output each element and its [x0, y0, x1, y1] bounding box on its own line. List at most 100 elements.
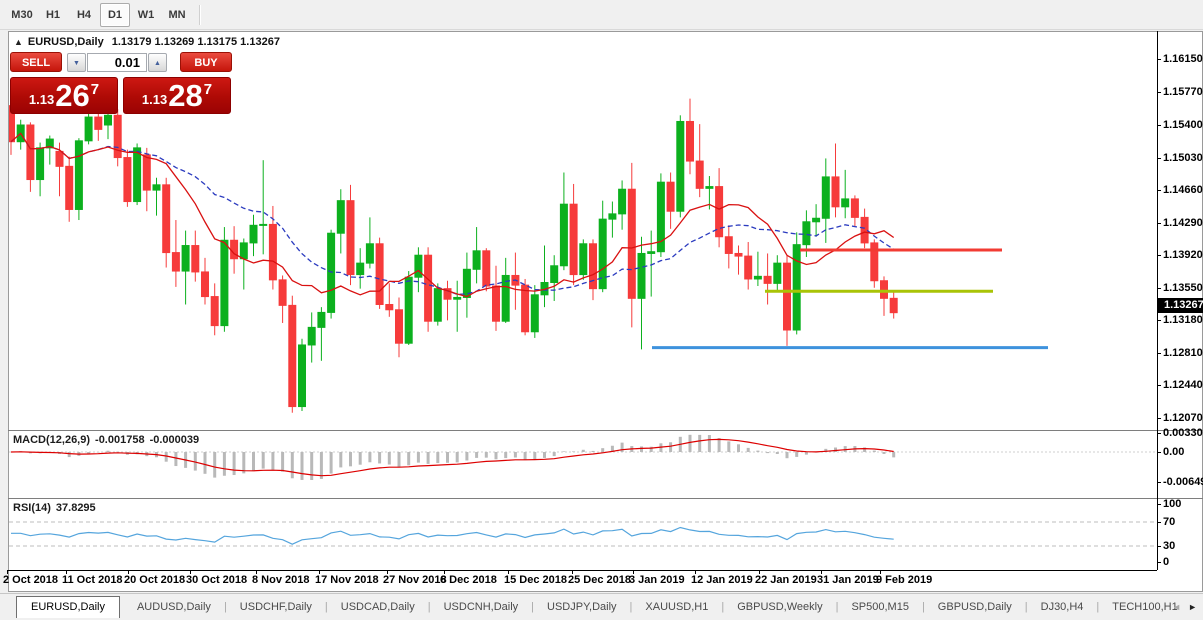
candle[interactable]: [706, 187, 713, 189]
candle[interactable]: [881, 281, 888, 299]
candle[interactable]: [890, 298, 897, 312]
chart-tab-dj30[interactable]: DJ30,H4: [1028, 601, 1097, 613]
chart-tab-xauusd[interactable]: XAUUSD,H1: [632, 601, 721, 613]
candle[interactable]: [551, 266, 558, 283]
candle[interactable]: [308, 327, 315, 345]
candle[interactable]: [609, 214, 616, 219]
tabs-scroll-right-button[interactable]: ►: [1188, 602, 1197, 612]
candle[interactable]: [279, 280, 286, 306]
candle[interactable]: [493, 286, 500, 321]
candle[interactable]: [687, 121, 694, 161]
tabs-scroll-left-button[interactable]: ◄: [1172, 602, 1181, 612]
candle[interactable]: [648, 252, 655, 254]
candle[interactable]: [725, 237, 732, 254]
candle[interactable]: [328, 233, 335, 312]
candle[interactable]: [813, 218, 820, 222]
candle[interactable]: [502, 275, 509, 321]
candle[interactable]: [172, 253, 179, 271]
volume-decrease-button[interactable]: ▼: [67, 53, 86, 72]
candle[interactable]: [396, 310, 403, 343]
candle[interactable]: [85, 117, 92, 141]
candle[interactable]: [454, 297, 461, 299]
candle[interactable]: [366, 244, 373, 263]
chart-tab-usdcnh[interactable]: USDCNH,Daily: [431, 601, 532, 613]
candle[interactable]: [405, 277, 412, 343]
candle[interactable]: [861, 217, 868, 243]
candle[interactable]: [764, 276, 771, 283]
candle[interactable]: [434, 289, 441, 322]
candle[interactable]: [803, 222, 810, 245]
rsi-panel-divider[interactable]: [8, 498, 1203, 499]
chart-tab-gbpusd[interactable]: GBPUSD,Weekly: [724, 601, 835, 613]
timeframe-button-h4[interactable]: H4: [69, 3, 99, 27]
candle[interactable]: [580, 244, 587, 275]
candle[interactable]: [134, 148, 141, 202]
timeframe-button-m30[interactable]: M30: [7, 3, 37, 27]
candle[interactable]: [153, 185, 160, 190]
candle[interactable]: [124, 158, 131, 202]
candle[interactable]: [386, 304, 393, 309]
chart-tab-audusd[interactable]: AUDUSD,Daily: [124, 601, 224, 613]
candle[interactable]: [425, 255, 432, 321]
candle[interactable]: [202, 272, 209, 297]
volume-input[interactable]: [87, 53, 147, 72]
candle[interactable]: [628, 189, 635, 298]
chart-tab-eurusd[interactable]: EURUSD,Daily: [16, 596, 120, 618]
candle[interactable]: [231, 240, 238, 258]
candle[interactable]: [793, 245, 800, 330]
candle[interactable]: [337, 201, 344, 234]
timeframe-button-h1[interactable]: H1: [38, 3, 68, 27]
candle[interactable]: [696, 161, 703, 188]
candle[interactable]: [473, 251, 480, 269]
candle[interactable]: [619, 189, 626, 214]
candle[interactable]: [638, 253, 645, 298]
candle[interactable]: [376, 244, 383, 305]
timeframe-button-w1[interactable]: W1: [131, 3, 161, 27]
candle[interactable]: [842, 199, 849, 207]
candle[interactable]: [318, 312, 325, 327]
candle[interactable]: [240, 243, 247, 259]
candle[interactable]: [347, 201, 354, 275]
candle[interactable]: [143, 155, 150, 190]
candle[interactable]: [75, 141, 82, 210]
candle[interactable]: [37, 148, 44, 180]
timeframe-button-d1[interactable]: D1: [100, 3, 130, 27]
candle[interactable]: [211, 297, 218, 326]
candle[interactable]: [667, 182, 674, 211]
candle[interactable]: [260, 224, 267, 225]
candle[interactable]: [27, 125, 34, 180]
macd-panel-divider[interactable]: [8, 430, 1203, 431]
candle[interactable]: [677, 121, 684, 211]
candle[interactable]: [570, 204, 577, 274]
chart-tab-usdjpy[interactable]: USDJPY,Daily: [534, 601, 630, 613]
sell-price-button[interactable]: 1.13 26 7: [10, 77, 118, 114]
candle[interactable]: [784, 263, 791, 330]
candle[interactable]: [163, 185, 170, 253]
chart-tab-usdcad[interactable]: USDCAD,Daily: [328, 601, 428, 613]
candle[interactable]: [522, 285, 529, 332]
candle[interactable]: [250, 225, 257, 243]
candle[interactable]: [774, 263, 781, 283]
chart-tab-usdchf[interactable]: USDCHF,Daily: [227, 601, 325, 613]
chart-tab-gbpusd[interactable]: GBPUSD,Daily: [925, 601, 1025, 613]
collapse-triangle-icon[interactable]: ▲: [14, 37, 23, 47]
candle[interactable]: [289, 305, 296, 406]
candle[interactable]: [822, 177, 829, 218]
candle[interactable]: [105, 115, 112, 125]
candle[interactable]: [851, 199, 858, 217]
candle[interactable]: [754, 276, 761, 279]
candle[interactable]: [95, 117, 102, 129]
candle[interactable]: [221, 240, 228, 325]
candle[interactable]: [415, 255, 422, 277]
buy-price-button[interactable]: 1.13 28 7: [123, 77, 231, 114]
candle[interactable]: [269, 224, 276, 279]
rsi-indicator-panel[interactable]: [9, 500, 1157, 569]
candle[interactable]: [483, 251, 490, 286]
candle[interactable]: [735, 253, 742, 256]
sell-button[interactable]: SELL: [10, 52, 62, 72]
volume-increase-button[interactable]: ▲: [148, 53, 167, 72]
candle[interactable]: [299, 345, 306, 407]
candle[interactable]: [745, 256, 752, 279]
candle[interactable]: [531, 295, 538, 332]
candle[interactable]: [357, 263, 364, 274]
